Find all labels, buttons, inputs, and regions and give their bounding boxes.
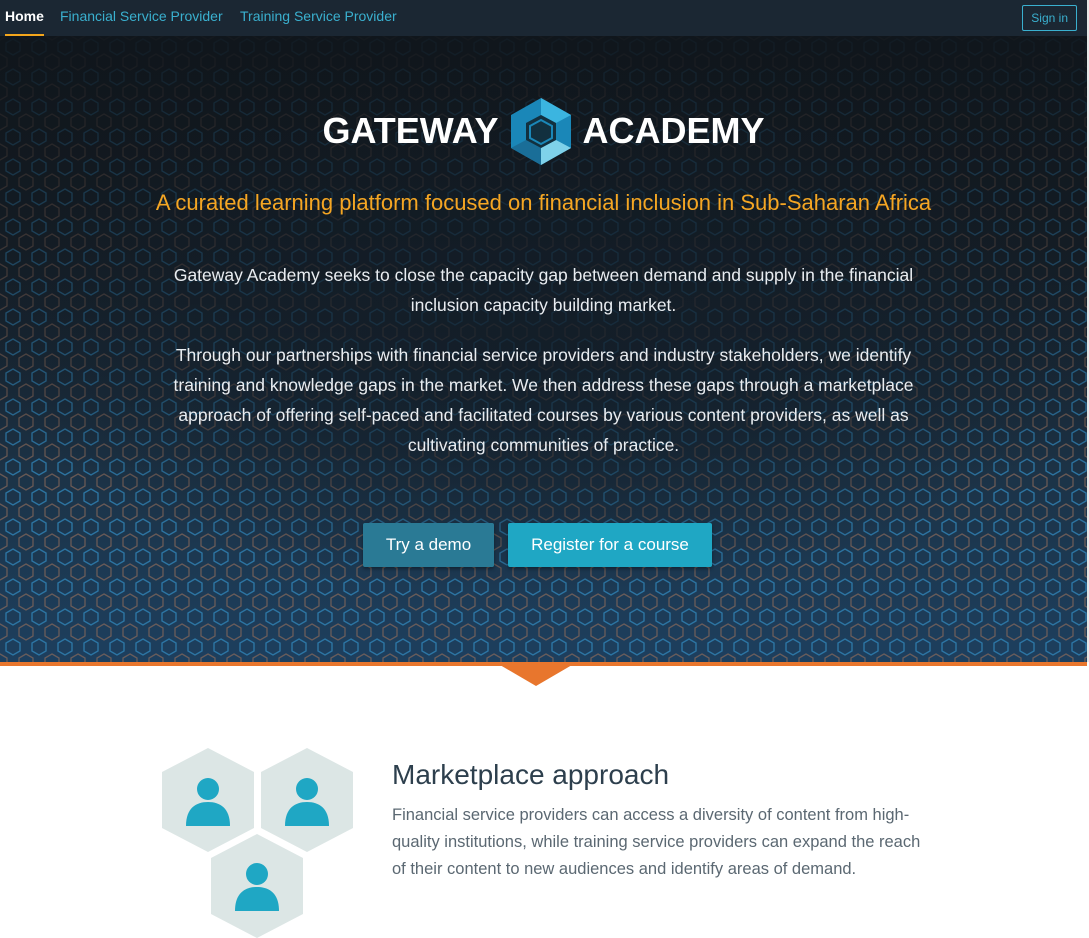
marketplace-title: Marketplace approach <box>392 759 670 790</box>
user-hexagon-top-left <box>162 748 254 852</box>
top-navbar: Home Financial Service Provider Training… <box>0 0 1089 36</box>
hexagon-logo-icon <box>510 98 571 165</box>
nav-home-link[interactable]: Home <box>5 0 44 36</box>
hero-section: GATEWAY ACADEMY A curated learning platf… <box>0 36 1089 662</box>
page: Home Financial Service Provider Training… <box>0 0 1089 938</box>
user-hexagon-top-right <box>261 748 353 852</box>
users-hexagon-illustration <box>162 748 353 938</box>
user-hexagon-bottom <box>211 834 303 938</box>
section-divider-arrow <box>500 665 572 686</box>
nav-training-service-provider-link[interactable]: Training Service Provider <box>240 0 397 34</box>
nav-financial-service-provider-link[interactable]: Financial Service Provider <box>60 0 223 34</box>
gateway-academy-logo: GATEWAY ACADEMY <box>0 94 1087 168</box>
hero-paragraph-1: Gateway Academy seeks to close the capac… <box>173 265 914 315</box>
logo-text-academy: ACADEMY <box>582 110 765 151</box>
register-course-button[interactable]: Register for a course <box>508 523 712 567</box>
hero-paragraph-2: Through our partnerships with financial … <box>173 345 914 455</box>
logo-text-gateway: GATEWAY <box>322 110 499 151</box>
hero-tagline: A curated learning platform focused on f… <box>155 190 932 215</box>
marketplace-description: Financial service providers can access a… <box>392 806 921 878</box>
try-demo-button[interactable]: Try a demo <box>363 523 494 567</box>
sign-in-button[interactable]: Sign in <box>1022 5 1077 31</box>
